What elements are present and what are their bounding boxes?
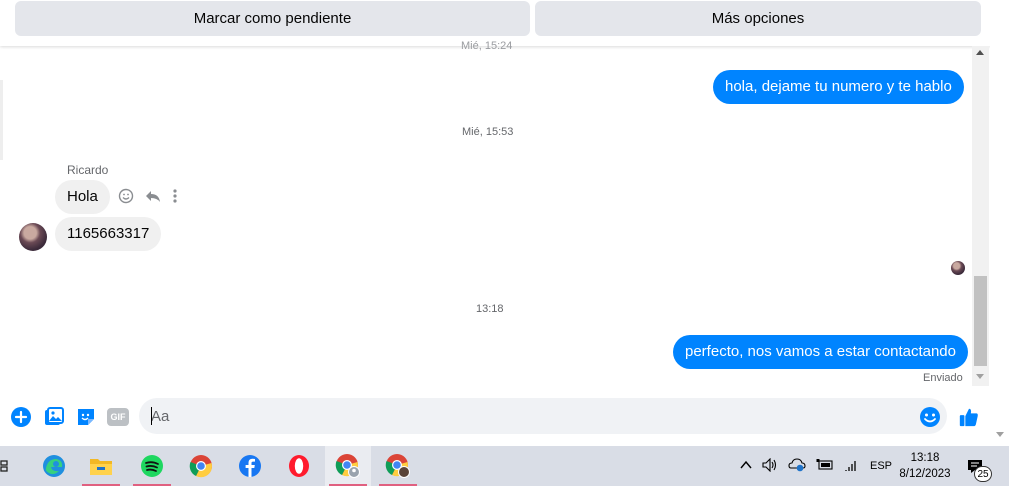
clock-date: 8/12/2023 [899, 468, 951, 480]
chrome-icon[interactable] [178, 446, 224, 486]
timestamp-divider: 13:18 [476, 303, 504, 315]
message-input-box[interactable] [139, 398, 947, 434]
messenger-window: Marcar como pendiente Más opciones Mié, … [0, 0, 1009, 486]
edge-icon[interactable] [31, 446, 77, 486]
scroll-down-arrow-icon[interactable] [976, 374, 984, 379]
gif-label: GIF [107, 408, 129, 426]
window-edge [990, 0, 1009, 446]
photo-icon[interactable] [43, 406, 65, 428]
sticker-icon[interactable] [75, 406, 97, 428]
chevron-up-icon[interactable] [740, 459, 752, 473]
page-scroll-down-icon[interactable] [996, 432, 1004, 437]
message-outgoing[interactable]: perfecto, nos vamos a estar contactando [673, 335, 968, 369]
message-composer: GIF [0, 390, 990, 446]
text-caret [151, 407, 152, 425]
message-list: Mié, 15:24 hola, dejame tu numero y te h… [0, 40, 972, 390]
scrollbar-thumb[interactable] [974, 276, 987, 366]
read-receipt-avatar [951, 261, 965, 275]
scroll-up-arrow-icon[interactable] [976, 50, 984, 55]
network-sync-icon[interactable] [788, 457, 806, 475]
reply-icon[interactable] [144, 188, 162, 209]
message-incoming[interactable]: Hola [55, 180, 110, 214]
battery-icon[interactable] [816, 458, 834, 475]
spotify-icon[interactable] [129, 446, 175, 486]
sender-name: Ricardo [67, 163, 109, 177]
message-outgoing[interactable]: hola, dejame tu numero y te hablo [713, 70, 964, 104]
file-explorer-icon[interactable] [78, 446, 124, 486]
cut-off-timestamp: Mié, 15:24 [461, 40, 513, 52]
facebook-icon[interactable] [227, 446, 273, 486]
clock-time: 13:18 [910, 452, 940, 464]
opera-icon[interactable] [276, 446, 322, 486]
message-actions [118, 188, 178, 209]
sent-status: Enviado [923, 372, 963, 384]
timestamp-divider: Mié, 15:53 [462, 126, 514, 138]
message-incoming[interactable]: 1165663317 [55, 217, 162, 251]
language-indicator[interactable]: ESP [870, 460, 892, 472]
scrollbar[interactable] [972, 46, 989, 386]
contact-avatar[interactable] [19, 223, 47, 251]
plus-icon[interactable] [10, 406, 32, 428]
wifi-icon[interactable] [844, 458, 860, 475]
chrome-profile-icon[interactable] [375, 446, 421, 486]
more-options-button[interactable]: Más opciones [535, 1, 981, 36]
task-view-icon[interactable] [0, 446, 16, 486]
windows-taskbar: ESP 13:18 8/12/2023 25 [0, 446, 1009, 486]
volume-icon[interactable] [762, 457, 778, 475]
mark-pending-button[interactable]: Marcar como pendiente [15, 1, 530, 36]
emoji-icon[interactable] [919, 406, 941, 428]
system-tray: ESP [740, 446, 892, 486]
gif-icon[interactable]: GIF [106, 406, 130, 428]
like-icon[interactable] [958, 406, 980, 428]
notification-count-badge: 25 [974, 466, 992, 482]
message-input[interactable] [139, 398, 899, 434]
chrome-profile-icon[interactable] [325, 446, 371, 486]
more-vertical-icon[interactable] [172, 188, 178, 209]
system-clock[interactable]: 13:18 8/12/2023 [890, 450, 960, 482]
react-emoji-icon[interactable] [118, 188, 134, 209]
